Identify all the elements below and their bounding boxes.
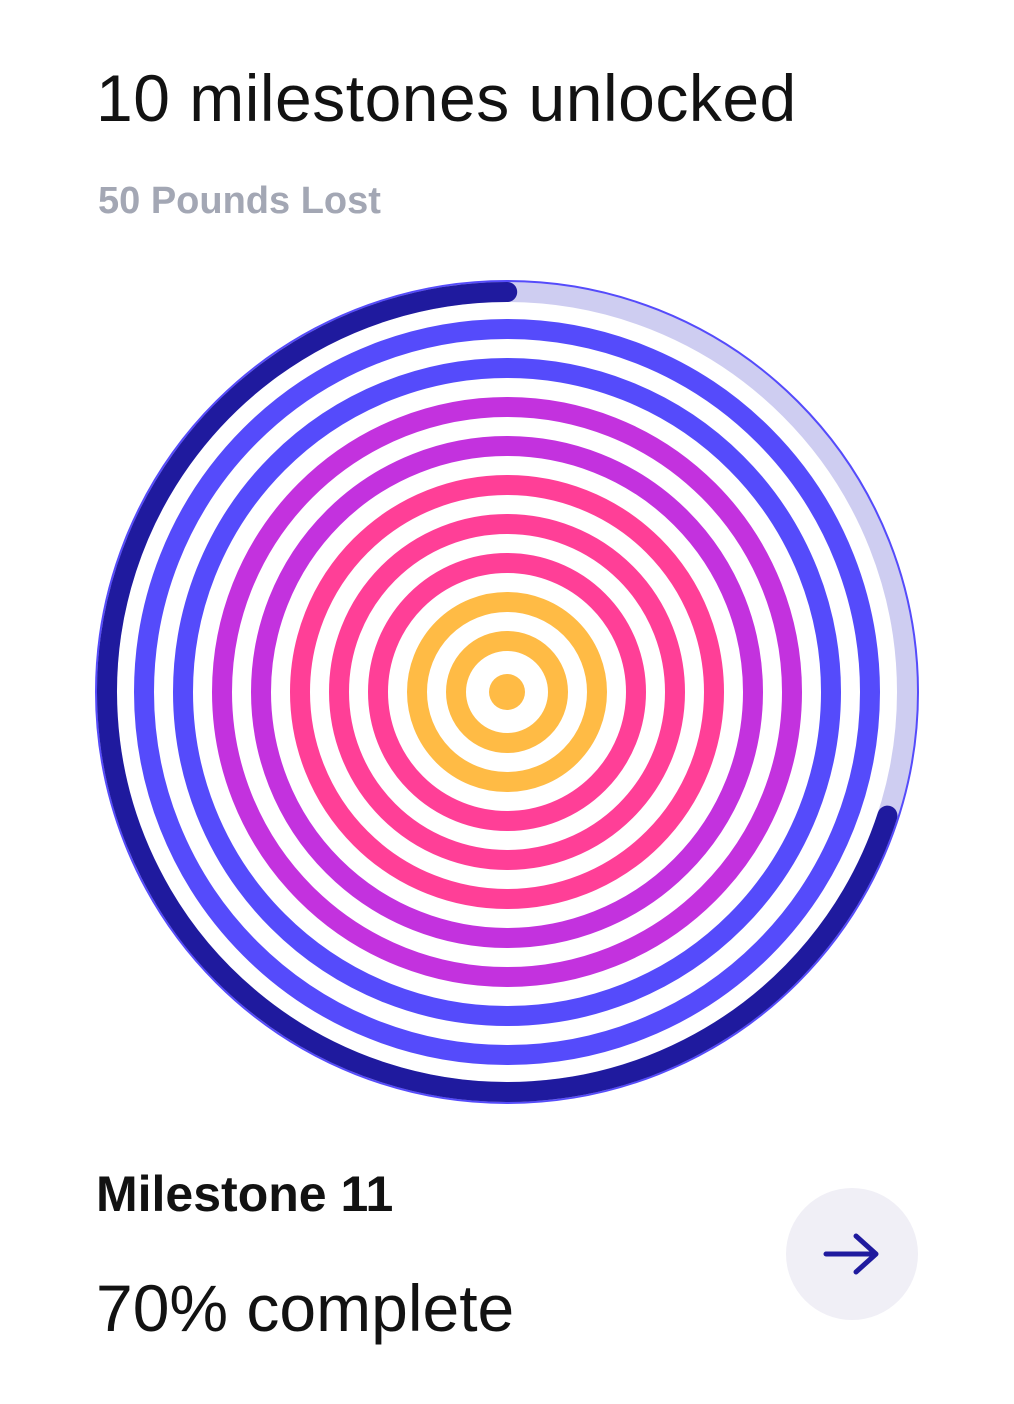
next-milestone-button[interactable]	[786, 1188, 918, 1320]
milestone-center-dot	[489, 674, 525, 710]
arrow-right-icon	[823, 1233, 879, 1275]
milestone-title: Milestone 11	[96, 1166, 394, 1222]
milestone-progress-text: 70% complete	[96, 1271, 515, 1345]
